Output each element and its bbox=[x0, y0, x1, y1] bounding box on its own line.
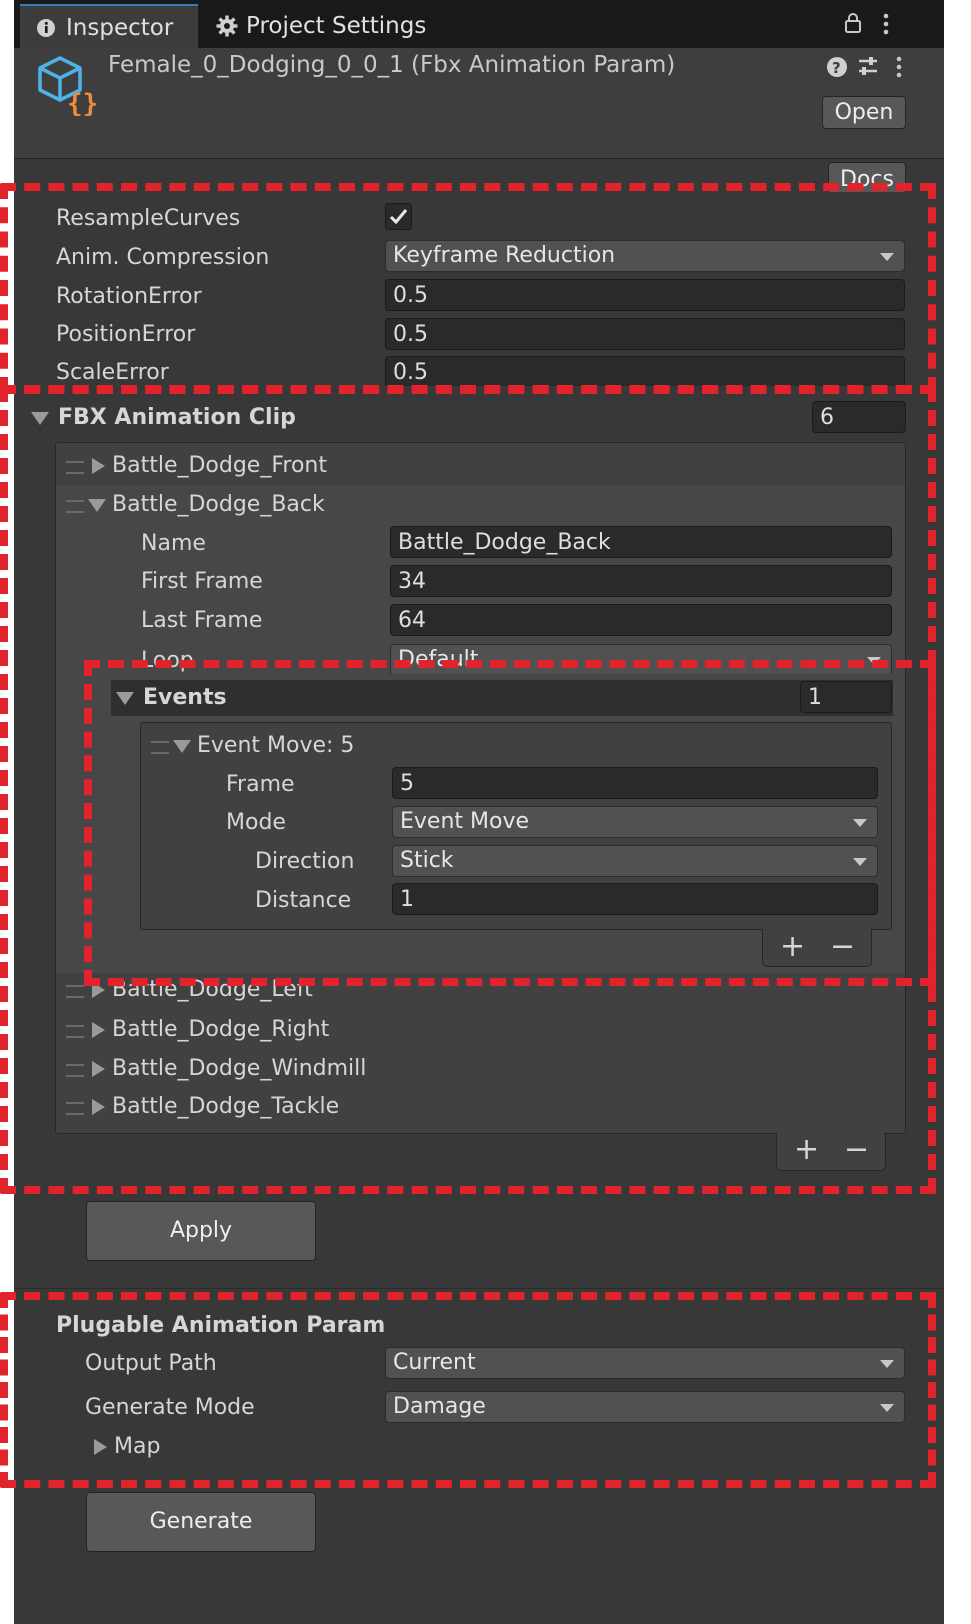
annotation-box-plugable bbox=[0, 1292, 936, 1488]
generate-button[interactable]: Generate bbox=[86, 1492, 316, 1552]
open-button[interactable]: Open bbox=[822, 96, 906, 129]
tab-menu-icon[interactable] bbox=[880, 12, 892, 36]
help-icon[interactable]: ? bbox=[826, 56, 848, 78]
svg-text:{}: {} bbox=[67, 89, 98, 116]
tab-project-settings[interactable]: Project Settings bbox=[206, 4, 466, 48]
annotation-box-settings bbox=[0, 183, 936, 393]
apply-button[interactable]: Apply bbox=[86, 1201, 316, 1261]
info-icon bbox=[36, 18, 56, 38]
svg-text:?: ? bbox=[832, 59, 841, 77]
annotation-box-events bbox=[84, 660, 936, 986]
lock-icon[interactable] bbox=[843, 12, 863, 34]
section-divider bbox=[14, 1288, 944, 1289]
tab-inspector[interactable]: Inspector bbox=[20, 4, 198, 50]
presets-icon[interactable] bbox=[857, 55, 879, 77]
gear-icon bbox=[216, 15, 238, 37]
tab-inspector-label: Inspector bbox=[66, 15, 174, 41]
header-menu-icon[interactable] bbox=[893, 55, 905, 79]
tab-project-settings-label: Project Settings bbox=[246, 13, 427, 39]
scriptable-asset-icon: {} bbox=[36, 54, 98, 116]
asset-title: Female_0_Dodging_0_0_1 (Fbx Animation Pa… bbox=[108, 52, 676, 78]
